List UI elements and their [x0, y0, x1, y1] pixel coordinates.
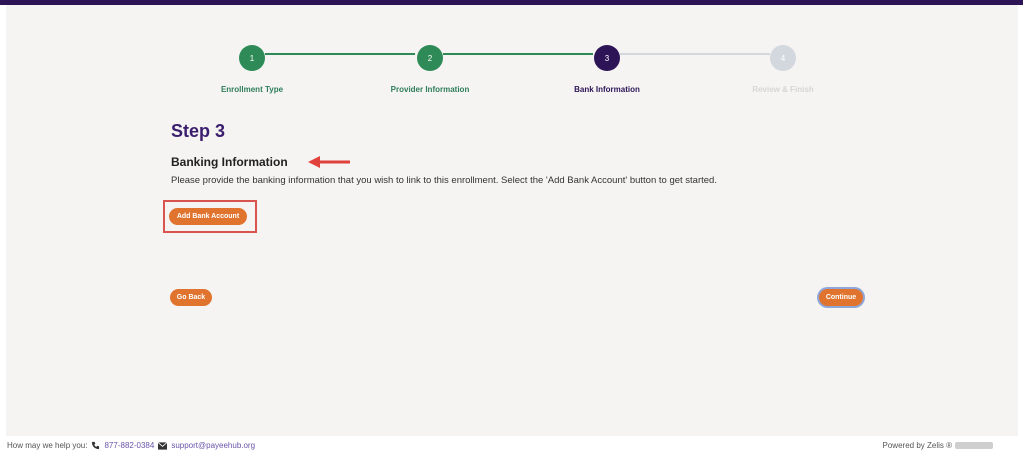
- section-title: Banking Information: [171, 155, 288, 169]
- footer-powered-by: Powered by Zelis ®: [883, 441, 993, 450]
- stepper-line-3: [620, 53, 770, 55]
- go-back-button[interactable]: Go Back: [170, 289, 212, 306]
- step-2-label: Provider Information: [390, 85, 470, 94]
- email-link[interactable]: support@payeehub.org: [171, 441, 255, 450]
- redacted-text: [955, 442, 993, 449]
- step-2-circle: 2: [417, 45, 443, 71]
- step-1-label: Enrollment Type: [220, 85, 284, 94]
- step-2-number: 2: [427, 53, 433, 63]
- step-3-label: Bank Information: [574, 85, 640, 94]
- step-1-number: 1: [249, 53, 255, 63]
- continue-button[interactable]: Continue: [819, 289, 863, 306]
- annotation-arrow-icon: [308, 156, 350, 168]
- section-description: Please provide the banking information t…: [171, 175, 717, 186]
- step-3-number: 3: [604, 53, 610, 63]
- step-1-circle: 1: [239, 45, 265, 71]
- footer: How may we help you: 877-882-0384 suppor…: [0, 437, 1023, 454]
- step-4-circle: 4: [770, 45, 796, 71]
- phone-icon: [92, 441, 100, 450]
- enrollment-page: 1 2 3 4 Enrollment Type Provider Informa…: [6, 5, 1018, 436]
- footer-help: How may we help you: 877-882-0384 suppor…: [7, 441, 255, 450]
- step-title: Step 3: [171, 121, 226, 141]
- stepper-line-1: [265, 53, 415, 55]
- envelope-icon: [158, 441, 168, 450]
- stepper-line-2: [443, 53, 593, 55]
- add-bank-account-button[interactable]: Add Bank Account: [169, 208, 247, 225]
- phone-link[interactable]: 877-882-0384: [104, 441, 154, 450]
- step-4-number: 4: [780, 53, 786, 63]
- powered-by-text: Powered by Zelis ®: [882, 441, 952, 450]
- step-3-circle: 3: [594, 45, 620, 71]
- step-4-label: Review & Finish: [752, 85, 814, 94]
- help-text: How may we help you:: [7, 441, 88, 450]
